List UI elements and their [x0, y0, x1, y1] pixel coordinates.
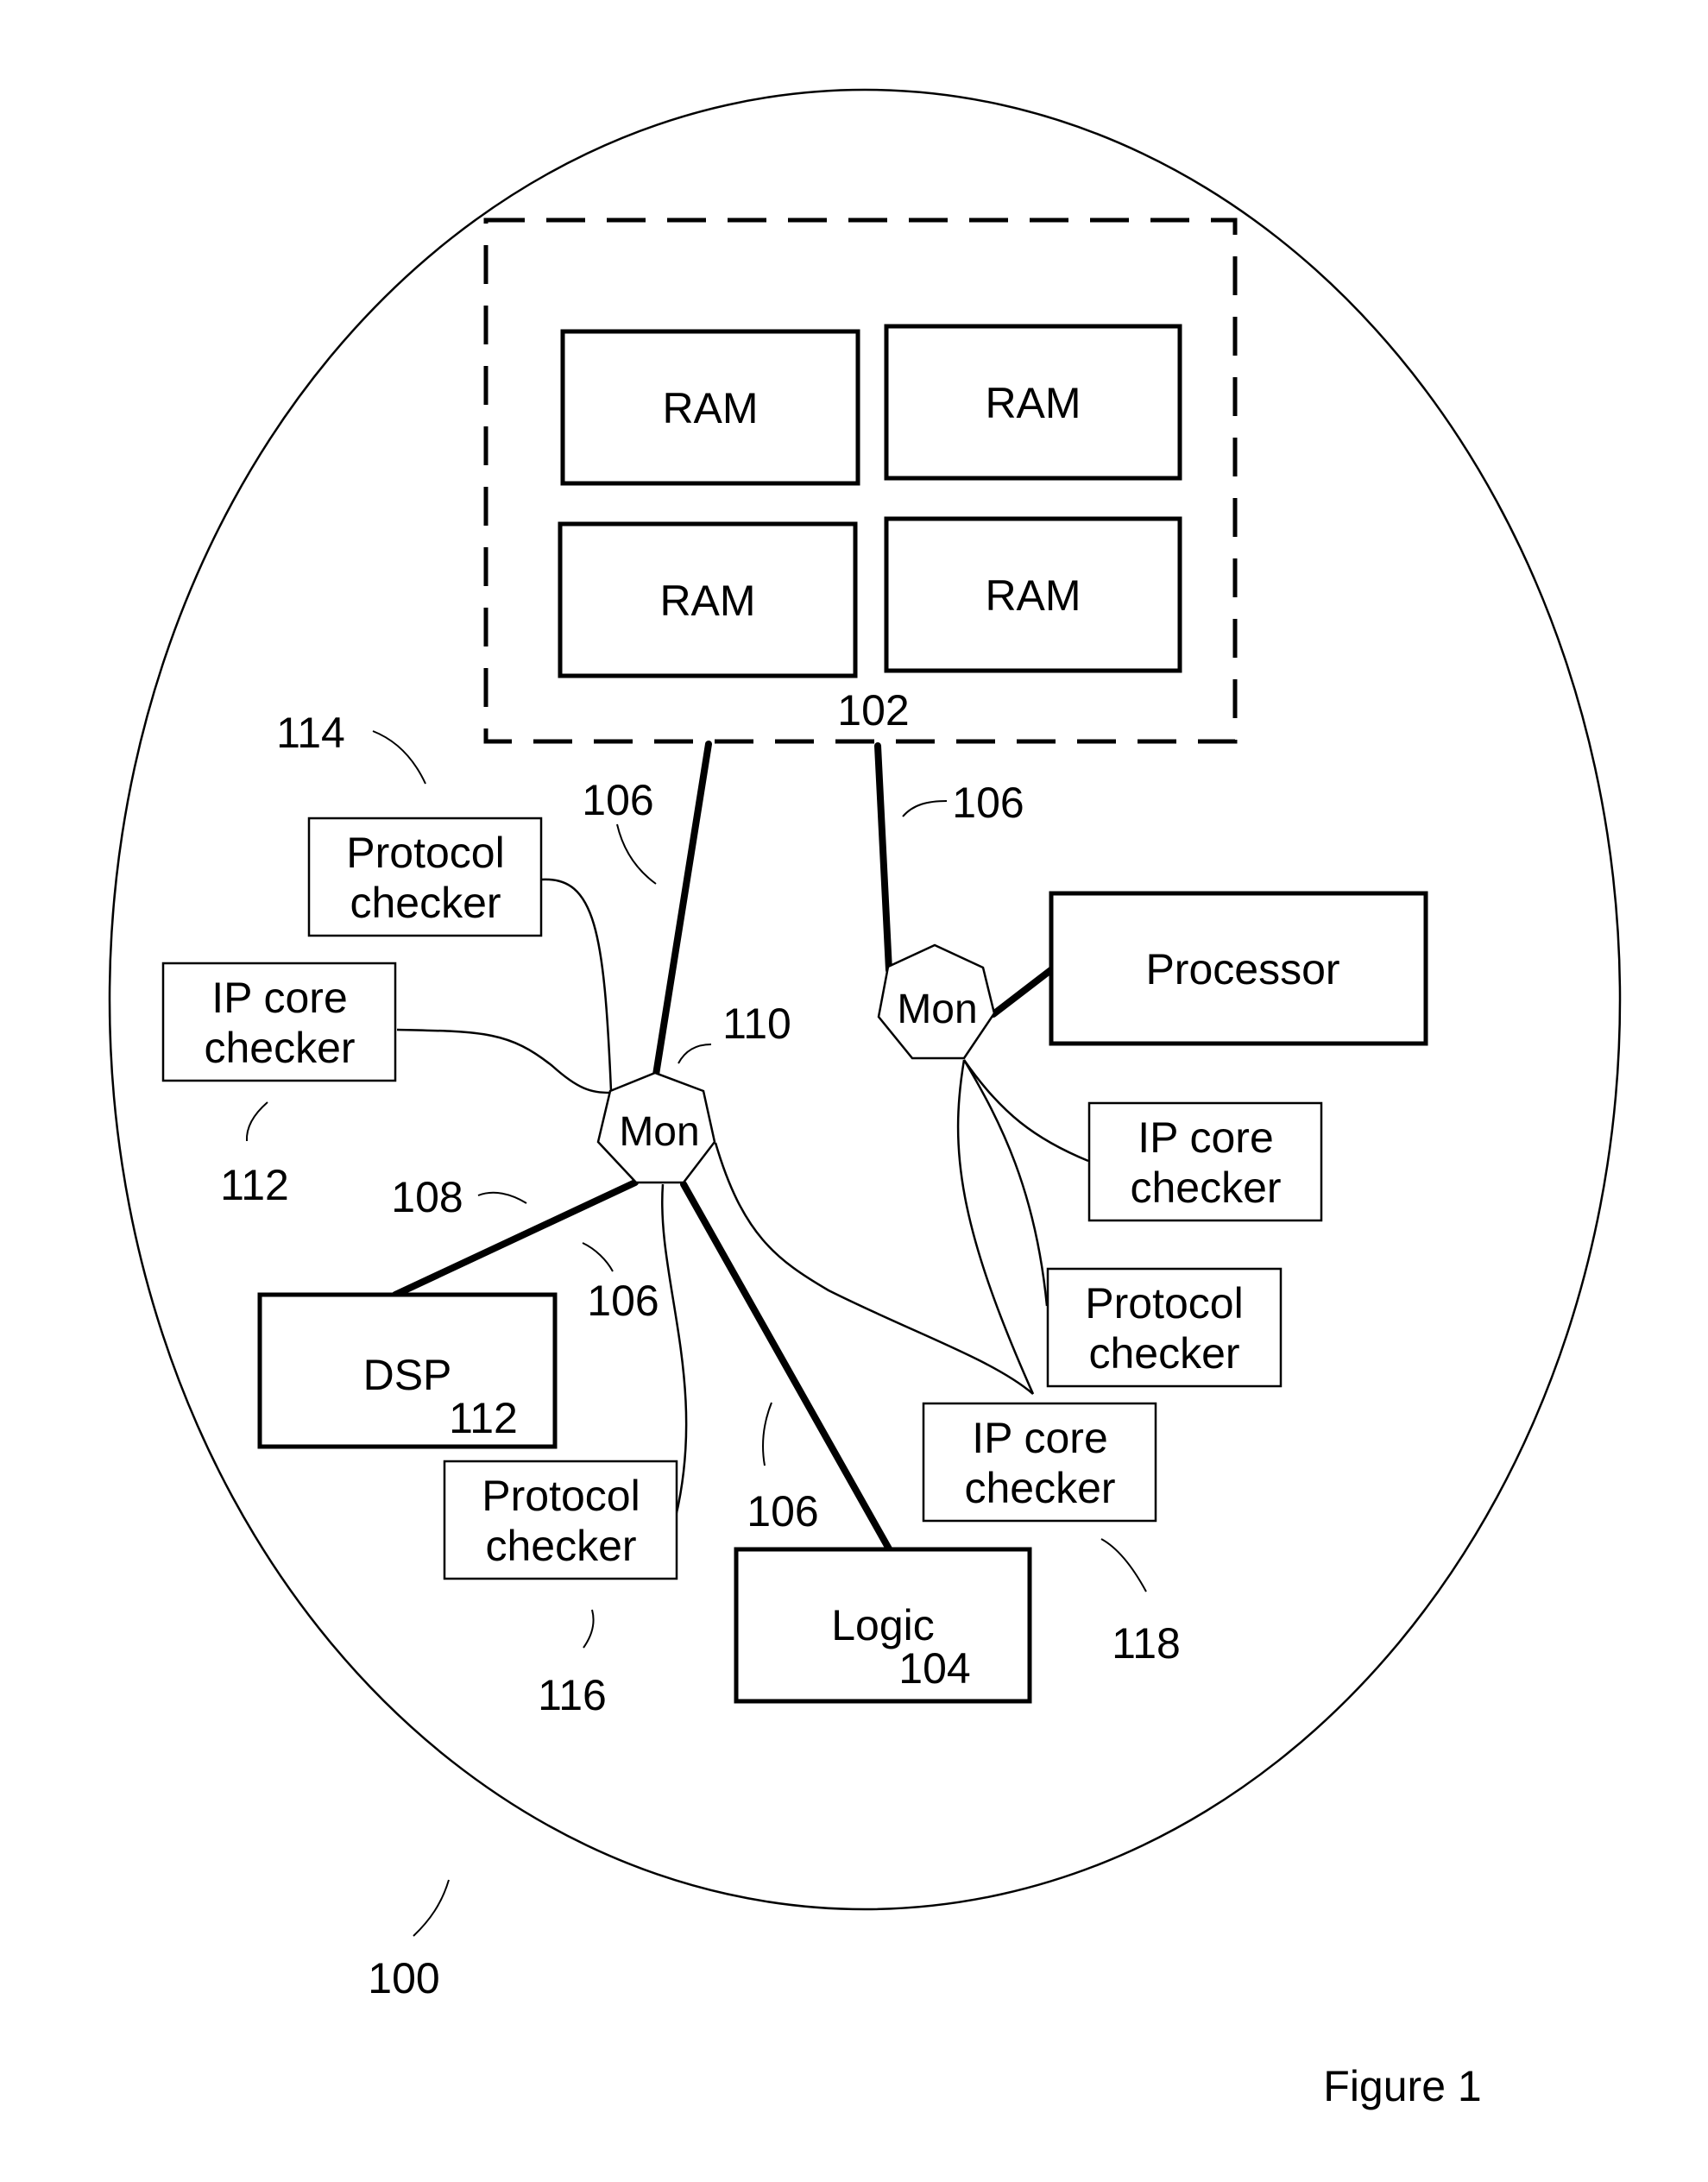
link-memory-to-left-monitor: [652, 741, 712, 1078]
protocol-checker-right: Protocol checker: [1046, 1267, 1283, 1388]
ref-label-110: 110: [722, 1000, 791, 1048]
memory-block-ref-label: 102: [837, 686, 909, 735]
connector-left-monitor-to-ipcore-checker-112: [396, 1028, 611, 1094]
ram-box-2: RAM: [884, 324, 1182, 481]
ref-label-116: 116: [538, 1671, 607, 1719]
leader-108: [477, 1191, 527, 1204]
ipcore-checker-right-line2: checker: [1130, 1164, 1281, 1212]
ref-label-108: 108: [391, 1173, 463, 1221]
link-memory-to-right-monitor: [874, 742, 892, 974]
ram-label-4: RAM: [985, 571, 1081, 620]
protocol-checker-114: Protocol checker: [307, 817, 543, 937]
right-monitor: Mon: [877, 943, 996, 1060]
connector-left-monitor-to-ipcore-checker-118: [714, 1142, 1034, 1395]
leader-100: [413, 1879, 450, 1937]
protocol-checker-right-line1: Protocol: [1085, 1279, 1243, 1327]
ipcore-checker-118: IP core checker: [922, 1402, 1157, 1523]
connector-right-monitor-to-protocol-checker-right: [962, 1059, 1049, 1307]
leader-106-lower: [762, 1402, 772, 1466]
left-monitor-label: Mon: [619, 1109, 699, 1155]
ram-box-3: RAM: [558, 521, 858, 678]
ram-label-1: RAM: [662, 384, 758, 432]
processor-label: Processor: [1145, 945, 1339, 993]
ref-label-112-ipcore: 112: [220, 1161, 289, 1209]
ipcore-checker-118-line1: IP core: [972, 1414, 1108, 1462]
connector-right-monitor-to-ipcore-checker-118: [956, 1059, 1035, 1395]
protocol-checker-116-line1: Protocol: [482, 1472, 640, 1520]
ram-box-1: RAM: [560, 329, 860, 486]
ipcore-checker-right-line1: IP core: [1138, 1113, 1274, 1162]
ipcore-checker-118-line2: checker: [964, 1464, 1115, 1512]
ref-label-118: 118: [1112, 1619, 1181, 1668]
ref-label-106-upper-right: 106: [952, 779, 1024, 827]
ipcore-checker-112-line1: IP core: [211, 974, 348, 1022]
ram-box-4: RAM: [884, 516, 1182, 673]
leader-106-middle: [582, 1242, 614, 1272]
figure-canvas: RAM RAM RAM RAM 102 Mon Mon Processor DS…: [108, 88, 1622, 2110]
left-monitor: Mon: [596, 1071, 716, 1184]
logic-box: Logic 104: [734, 1547, 1032, 1704]
ref-label-114: 114: [276, 709, 345, 757]
ipcore-checker-112: IP core checker: [161, 962, 397, 1082]
figure-caption: Figure 1: [1323, 2062, 1481, 2110]
connector-left-monitor-to-protocol-checker-114: [540, 878, 613, 1092]
link-right-monitor-to-processor: [990, 965, 1056, 1018]
protocol-checker-114-line2: checker: [350, 879, 501, 927]
protocol-checker-116: Protocol checker: [443, 1460, 678, 1580]
protocol-checker-114-line1: Protocol: [346, 829, 504, 877]
leader-110: [678, 1044, 712, 1064]
protocol-checker-right-line2: checker: [1088, 1329, 1239, 1378]
dsp-box: DSP 112: [257, 1292, 558, 1449]
logic-label: Logic: [831, 1601, 935, 1649]
ram-label-2: RAM: [985, 379, 1081, 427]
protocol-checker-116-line2: checker: [485, 1522, 636, 1570]
dsp-ref-label: 112: [449, 1394, 518, 1442]
connector-right-monitor-to-ipcore-checker-right: [962, 1059, 1089, 1163]
dsp-label: DSP: [363, 1351, 452, 1399]
ref-label-106-middle: 106: [587, 1277, 659, 1325]
processor-box: Processor: [1049, 891, 1428, 1046]
leader-112-ipcore: [245, 1101, 268, 1142]
ram-label-3: RAM: [659, 577, 755, 625]
leader-114: [372, 730, 426, 785]
ref-label-106-upper-left: 106: [582, 776, 653, 824]
right-monitor-label: Mon: [897, 987, 977, 1032]
leader-116: [583, 1609, 595, 1649]
ipcore-checker-right: IP core checker: [1087, 1101, 1323, 1222]
leader-118: [1100, 1538, 1147, 1592]
ipcore-checker-112-line2: checker: [204, 1024, 355, 1072]
leader-106-upper-left: [616, 823, 657, 885]
logic-ref-label: 104: [898, 1644, 970, 1693]
leader-106-upper-right: [902, 800, 948, 817]
ref-label-100: 100: [368, 1954, 439, 2002]
ref-label-106-lower: 106: [747, 1487, 818, 1536]
